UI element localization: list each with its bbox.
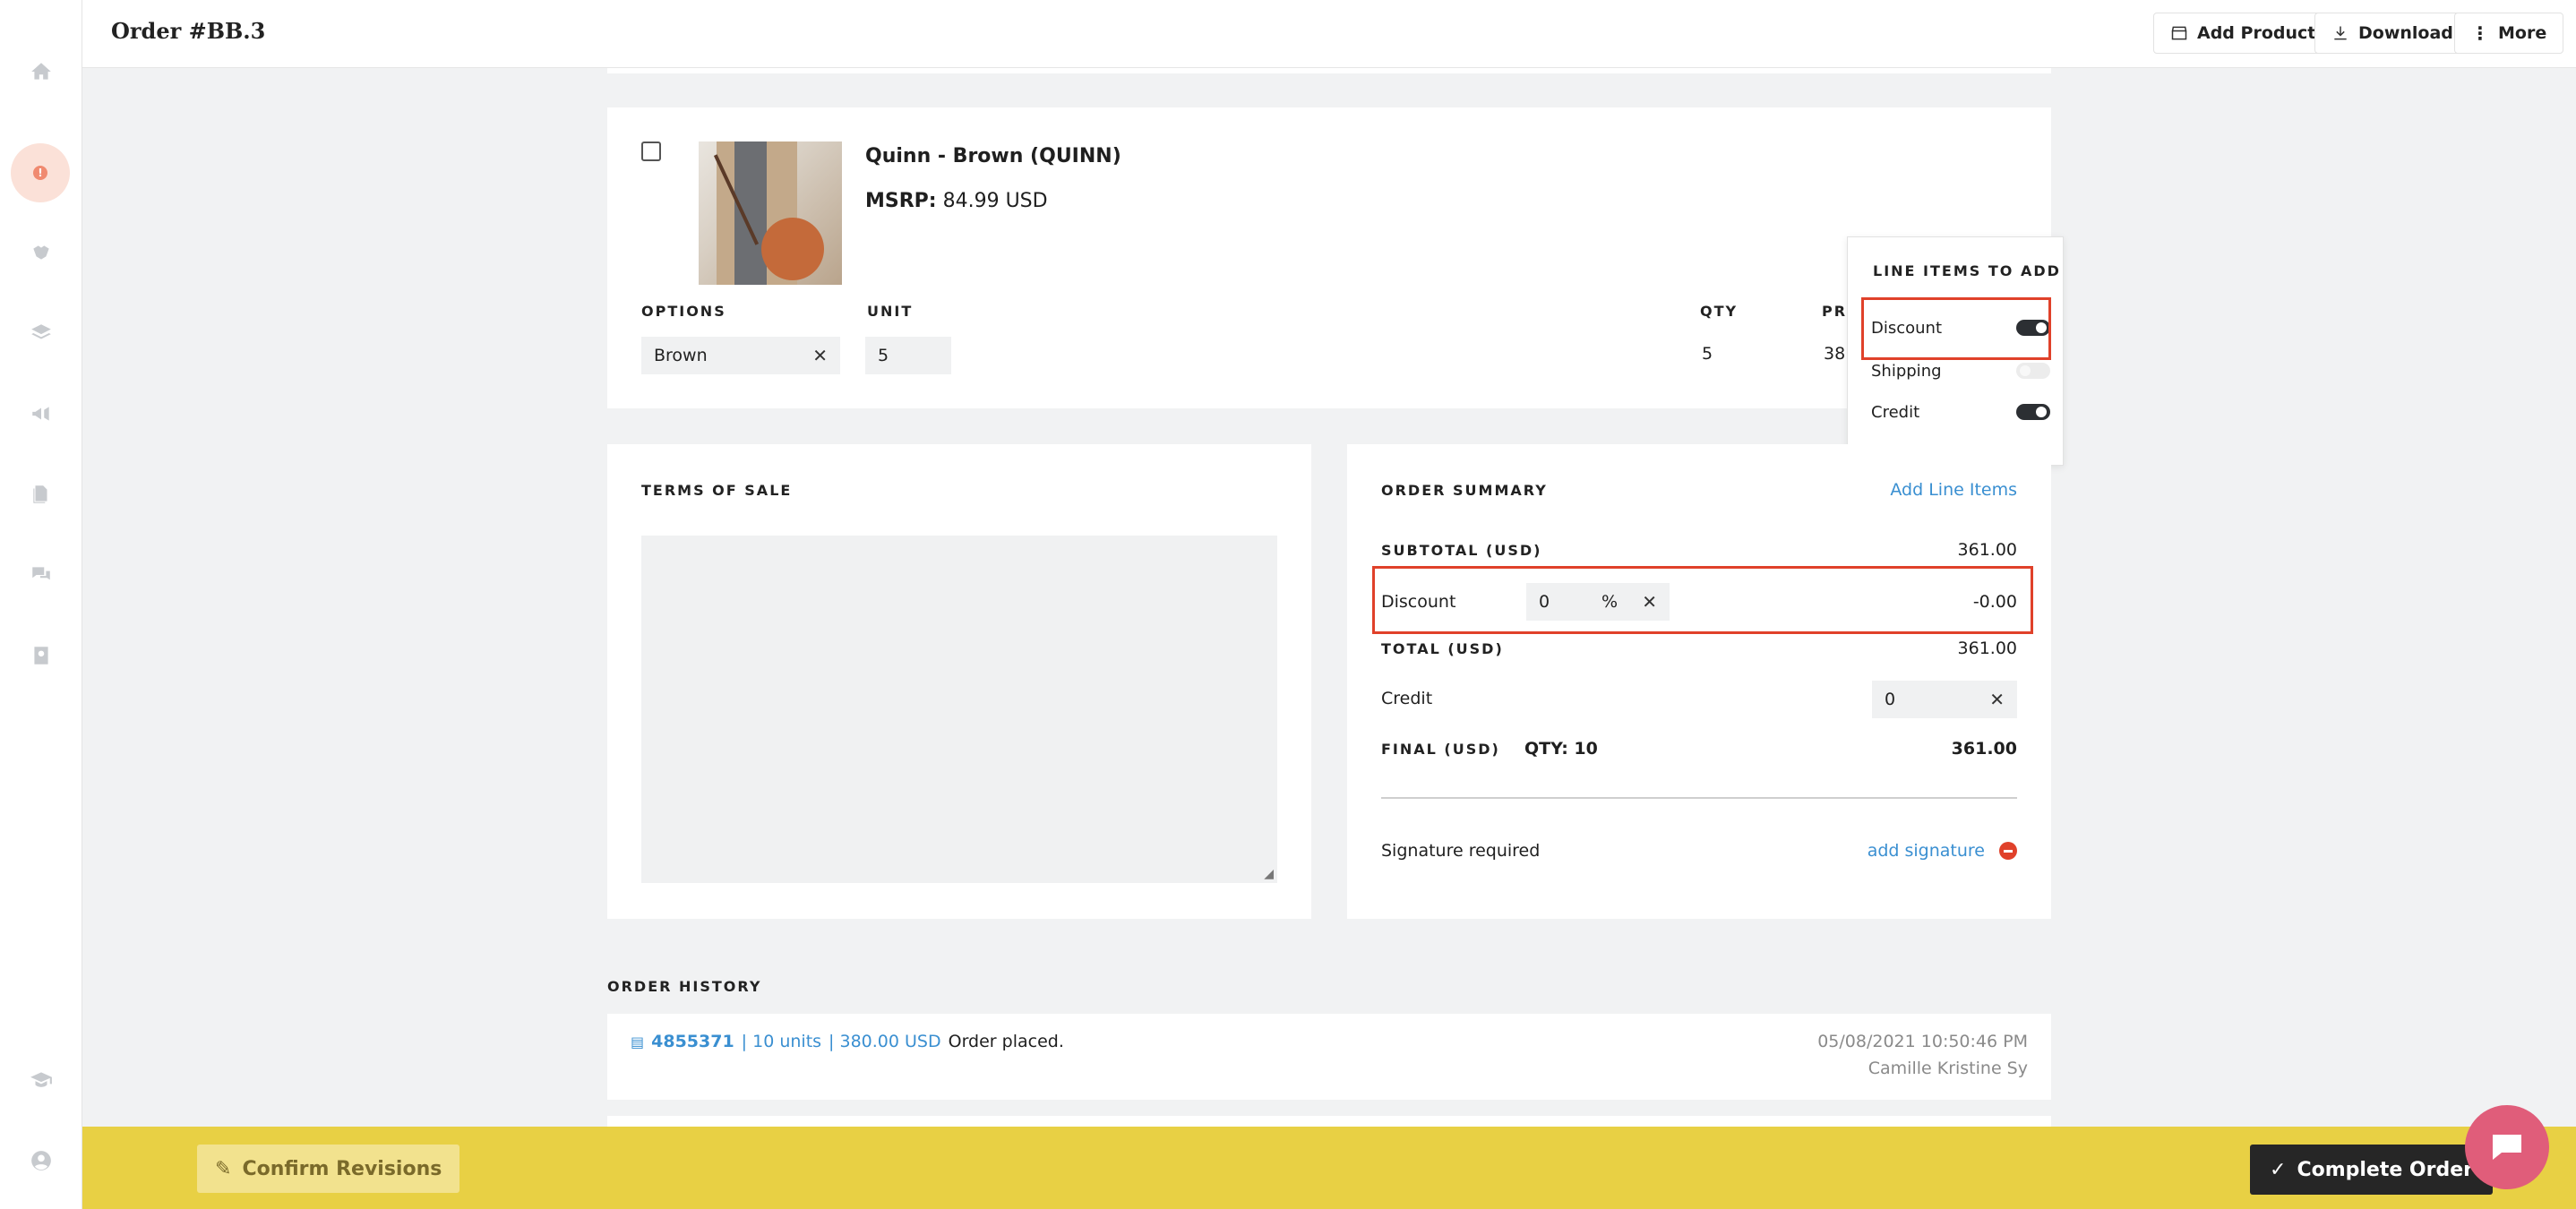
history-entry: ▤ 4855371 | 10 units | 380.00 USD Order …: [607, 1014, 2051, 1100]
confirm-revisions-button[interactable]: ✎ Confirm Revisions: [197, 1145, 460, 1193]
product-msrp: MSRP: 84.99 USD: [865, 190, 1048, 212]
popover-title: LINE ITEMS TO ADD: [1873, 262, 2061, 279]
alert-icon[interactable]: !: [11, 143, 70, 202]
home-icon[interactable]: [27, 57, 56, 86]
credit-input-value: 0: [1885, 690, 1896, 709]
subtotal-row: SUBTOTAL (USD) 361.00: [1381, 532, 2017, 568]
unit-input[interactable]: 5: [865, 337, 951, 374]
product-card: Quinn - Brown (QUINN) MSRP: 84.99 USD OP…: [607, 107, 2051, 408]
qty-value: 5: [1702, 344, 1713, 364]
history-user: Camille Kristine Sy: [1868, 1059, 2028, 1078]
subtotal-label: SUBTOTAL (USD): [1381, 541, 1542, 559]
files-icon[interactable]: [27, 480, 56, 509]
option-value: Brown: [654, 346, 708, 365]
toggle-row-credit[interactable]: Credit: [1871, 397, 2050, 427]
signature-label: Signature required: [1381, 841, 1541, 861]
unit-header: UNIT: [867, 303, 914, 320]
page-title: Order #BB.3: [111, 18, 266, 44]
history-order-id[interactable]: 4855371: [651, 1032, 734, 1051]
price-partial: 38: [1824, 344, 1846, 364]
clear-credit-icon[interactable]: ✕: [1989, 689, 2005, 710]
option-select[interactable]: Brown ✕: [641, 337, 840, 374]
chat-icon[interactable]: [27, 561, 56, 589]
resize-handle-icon[interactable]: ◢: [1264, 867, 1274, 881]
total-value: 361.00: [1957, 639, 2017, 658]
terms-title: TERMS OF SALE: [641, 482, 793, 499]
confirm-revisions-label: Confirm Revisions: [242, 1157, 442, 1180]
download-icon: [2334, 26, 2347, 40]
price-header: PR: [1822, 303, 1848, 320]
summary-title: ORDER SUMMARY: [1381, 482, 1548, 499]
final-value: 361.00: [1951, 739, 2017, 759]
credit-label: Credit: [1381, 689, 1433, 708]
sidebar: !: [0, 0, 82, 1209]
history-title: ORDER HISTORY: [607, 978, 762, 995]
pencil-icon: ✎: [215, 1157, 232, 1180]
shipping-toggle[interactable]: [2016, 363, 2050, 379]
credit-toggle[interactable]: [2016, 404, 2050, 420]
toggle-label-shipping: Shipping: [1871, 361, 1942, 381]
add-signature-link[interactable]: add signature: [1868, 841, 1985, 861]
more-label: More: [2498, 23, 2547, 43]
history-text: Order placed.: [948, 1032, 1064, 1051]
order-summary-card: ORDER SUMMARY Add Line Items SUBTOTAL (U…: [1347, 444, 2051, 919]
msrp-label: MSRP:: [865, 190, 937, 212]
final-qty: QTY: 10: [1524, 739, 1598, 759]
product-image: [699, 141, 842, 285]
download-button[interactable]: Download: [2314, 13, 2470, 54]
next-history-edge: [607, 1116, 2051, 1127]
contacts-icon[interactable]: [27, 641, 56, 670]
subtotal-value: 361.00: [1957, 540, 2017, 560]
add-product-button[interactable]: Add Product: [2153, 13, 2333, 54]
history-amount: | 380.00 USD: [829, 1032, 941, 1051]
final-row: FINAL (USD) QTY: 10 361.00: [1381, 731, 2017, 767]
chat-widget-icon[interactable]: [2465, 1105, 2549, 1189]
chat-bubble-icon: [2493, 1135, 2521, 1160]
credit-row: Credit 0 ✕: [1381, 679, 2017, 718]
unit-value: 5: [878, 346, 889, 365]
qty-header: QTY: [1700, 303, 1739, 320]
complete-order-label: Complete Order: [2297, 1158, 2473, 1181]
highlight-discount-row: [1372, 566, 2033, 634]
check-icon: ✓: [2270, 1158, 2287, 1181]
toggle-row-shipping[interactable]: Shipping: [1871, 356, 2050, 386]
previous-card-edge: [607, 68, 2051, 73]
history-date: 05/08/2021 10:50:46 PM: [1817, 1032, 2028, 1051]
terms-textarea[interactable]: ◢: [641, 536, 1277, 883]
download-label: Download: [2358, 23, 2453, 43]
toggle-label-credit: Credit: [1871, 402, 1920, 422]
credit-input[interactable]: 0 ✕: [1872, 681, 2017, 718]
clear-option-icon[interactable]: ✕: [812, 345, 828, 366]
history-units: | 10 units: [741, 1032, 822, 1051]
highlight-discount-toggle: [1861, 297, 2051, 360]
add-product-label: Add Product: [2197, 23, 2316, 43]
remove-signature-icon[interactable]: [1999, 842, 2017, 860]
product-name: Quinn - Brown (QUINN): [865, 145, 1121, 167]
signature-row: Signature required add signature: [1381, 833, 2017, 869]
graduation-icon[interactable]: [27, 1066, 56, 1094]
alert-badge: !: [33, 166, 47, 180]
msrp-value: 84.99 USD: [942, 190, 1048, 212]
total-label: TOTAL (USD): [1381, 639, 1504, 657]
more-button[interactable]: ⋮ More: [2454, 13, 2564, 54]
handshake-icon[interactable]: [27, 238, 56, 267]
store-icon: [2171, 26, 2187, 40]
summary-divider: [1381, 797, 2017, 799]
final-label: FINAL (USD): [1381, 740, 1500, 758]
complete-order-button[interactable]: ✓ Complete Order: [2250, 1145, 2493, 1195]
more-dots-icon: ⋮: [2471, 22, 2489, 44]
options-header: OPTIONS: [641, 303, 726, 320]
add-line-items-link[interactable]: Add Line Items: [1890, 480, 2017, 500]
account-icon[interactable]: [27, 1146, 56, 1175]
top-bar: Order #BB.3 Add Product Download ⋮ More: [82, 0, 2576, 68]
product-checkbox[interactable]: [641, 141, 661, 161]
footer-bar: ✎ Confirm Revisions ✓ Complete Order: [82, 1127, 2576, 1209]
total-row: TOTAL (USD) 361.00: [1381, 630, 2017, 666]
megaphone-icon[interactable]: [27, 399, 56, 428]
terms-card: TERMS OF SALE ◢: [607, 444, 1311, 919]
document-icon: ▤: [631, 1033, 645, 1050]
layers-icon[interactable]: [27, 319, 56, 347]
